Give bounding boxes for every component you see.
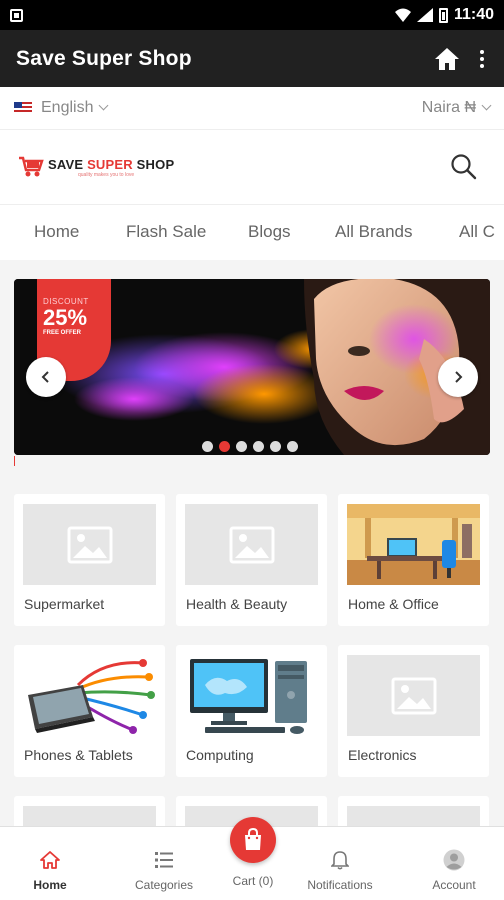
category-label: Supermarket [24, 596, 105, 612]
logo-bar: SAVE SUPER SHOP quality makes you to lov… [0, 130, 504, 205]
slider-dot[interactable] [219, 441, 230, 452]
wifi-icon [394, 8, 411, 22]
avatar-icon [443, 849, 465, 871]
category-label: Health & Beauty [186, 596, 288, 612]
category-image [347, 504, 480, 585]
bell-icon [331, 851, 349, 870]
language-currency-bar: English Naira ₦ [0, 87, 504, 130]
notification-icon [10, 8, 23, 22]
currency-selector[interactable]: Naira ₦ [421, 99, 492, 117]
slider-dot[interactable] [287, 441, 298, 452]
tablet-image [23, 655, 156, 736]
category-image [347, 655, 480, 736]
tab-all-categories[interactable]: All C [459, 222, 495, 242]
battery-icon [438, 7, 448, 23]
list-icon [155, 852, 173, 868]
category-card-supermarket[interactable]: Supermarket [14, 494, 165, 626]
category-label: Home & Office [348, 596, 439, 612]
tab-blogs[interactable]: Blogs [248, 222, 291, 242]
bottom-nav-home-label: Home [33, 878, 67, 892]
cart-logo-icon [19, 156, 44, 177]
logo-brand-super: SUPER [87, 156, 133, 172]
bottom-nav-account[interactable]: Account [404, 827, 504, 900]
discount-sub: FREE OFFER [43, 330, 82, 336]
shop-logo[interactable]: SAVE SUPER SHOP quality makes you to lov… [18, 156, 174, 178]
category-image [23, 655, 156, 736]
slider-dot[interactable] [270, 441, 281, 452]
category-card-health-beauty[interactable]: Health & Beauty [176, 494, 327, 626]
category-label: Electronics [348, 747, 417, 763]
image-placeholder-icon [229, 526, 274, 563]
category-card-phones-tablets[interactable]: Phones & Tablets [14, 645, 165, 777]
app-title: Save Super Shop [16, 46, 192, 70]
slider-prev-button[interactable] [26, 357, 66, 397]
bottom-nav-categories[interactable]: Categories [114, 827, 214, 900]
category-image [23, 504, 156, 585]
status-bar: 11:40 [0, 0, 504, 30]
category-image [185, 655, 318, 736]
logo-brand-shop: SHOP [132, 156, 175, 172]
chevron-left-icon [41, 371, 49, 383]
chevron-down-icon [99, 100, 109, 110]
status-time: 11:40 [453, 6, 494, 23]
office-image [347, 504, 480, 585]
cart-label: Cart (0) [232, 874, 274, 888]
bottom-nav-notifications-label: Notifications [307, 878, 373, 892]
image-placeholder-icon [67, 526, 112, 563]
signal-icon [416, 8, 433, 22]
category-card-computing[interactable]: Computing [176, 645, 327, 777]
category-label: Computing [186, 747, 254, 763]
slider-next-button[interactable] [438, 357, 478, 397]
category-image [185, 504, 318, 585]
bottom-nav-categories-label: Categories [134, 878, 194, 892]
category-label: Phones & Tablets [24, 747, 133, 763]
home-icon[interactable] [434, 47, 460, 71]
more-options-icon[interactable] [476, 46, 488, 72]
discount-value: 25% [43, 305, 88, 330]
language-label: English [41, 99, 94, 116]
home-icon [40, 851, 60, 869]
bottom-nav-notifications[interactable]: Notifications [290, 827, 390, 900]
tab-home[interactable]: Home [34, 222, 79, 242]
computer-image [185, 655, 318, 736]
chevron-right-icon [455, 371, 463, 383]
tab-all-brands[interactable]: All Brands [335, 222, 412, 242]
app-bar: Save Super Shop [0, 30, 504, 87]
language-selector[interactable]: English [14, 99, 109, 117]
slider-dot[interactable] [236, 441, 247, 452]
us-flag-icon [14, 102, 32, 114]
nav-tabs: Home Flash Sale Blogs All Brands All C [0, 205, 504, 260]
category-card-home-office[interactable]: Home & Office [338, 494, 489, 626]
tab-flash-sale[interactable]: Flash Sale [126, 222, 206, 242]
slider-dot[interactable] [202, 441, 213, 452]
shopping-bag-icon [245, 828, 261, 850]
divider [14, 456, 15, 466]
logo-tagline: quality makes you to love [78, 171, 135, 178]
banner-slider[interactable]: DISCOUNT 25% FREE OFFER [14, 279, 490, 455]
chevron-down-icon [481, 100, 492, 110]
slider-dots [202, 441, 298, 452]
currency-label: Naira ₦ [421, 99, 476, 116]
cart-button[interactable] [230, 817, 276, 863]
slider-dot[interactable] [253, 441, 264, 452]
image-placeholder-icon [391, 677, 436, 714]
search-icon[interactable] [450, 153, 478, 181]
category-card-electronics[interactable]: Electronics [338, 645, 489, 777]
bottom-nav-home[interactable]: Home [0, 827, 100, 900]
logo-brand-save: SAVE [48, 156, 88, 172]
bottom-nav-account-label: Account [432, 878, 476, 892]
